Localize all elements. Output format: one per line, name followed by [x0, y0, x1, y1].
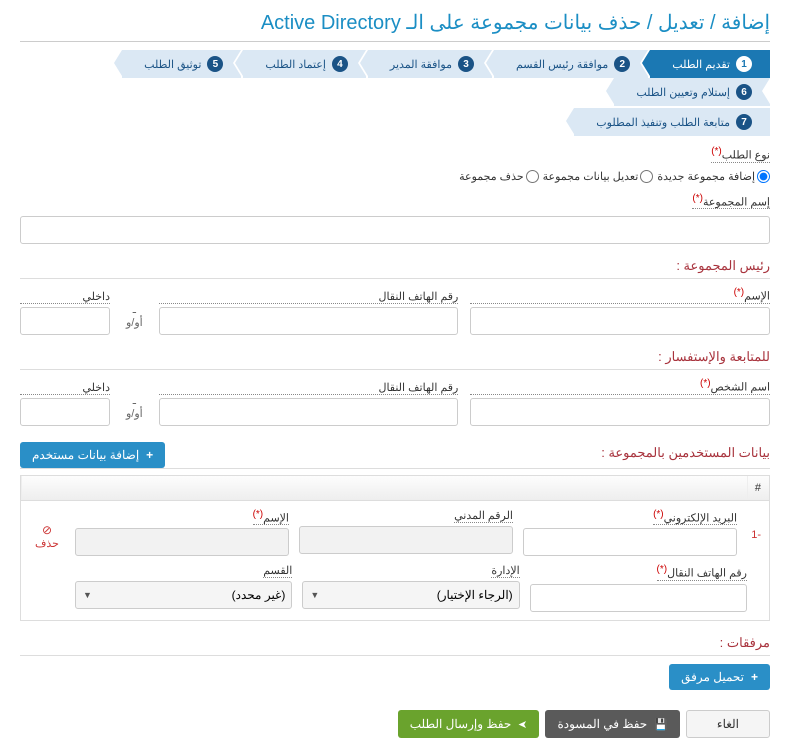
civil-label: الرقم المدني [454, 509, 513, 523]
workflow-steps-row2: 7 متابعة الطلب وتنفيذ المطلوب [20, 108, 770, 136]
email-input[interactable] [523, 528, 737, 556]
follow-title: للمتابعة والإستفسار : [20, 349, 770, 370]
radio-edit-input[interactable] [640, 170, 653, 183]
row-index: -1 [747, 509, 761, 541]
radio-label: حذف مجموعة [459, 170, 524, 183]
users-table: # -1 البريد الإلكتروني(*) الرقم المدني ا… [20, 475, 770, 621]
radio-delete[interactable]: حذف مجموعة [459, 170, 539, 183]
col-index: # [747, 476, 769, 500]
step-num: 4 [332, 56, 348, 72]
follow-ext-label: داخلي [20, 381, 110, 395]
head-name-input[interactable] [470, 307, 770, 335]
step-5: 5 توثيق الطلب [122, 50, 241, 78]
page-title: إضافة / تعديل / حذف بيانات مجموعة على ال… [20, 10, 770, 42]
step-7: 7 متابعة الطلب وتنفيذ المطلوب [574, 108, 770, 136]
dept-label: الإدارة [491, 564, 519, 578]
workflow-steps: 1 تقديم الطلب 2 موافقة رئيس القسم 3 موافقة … [20, 50, 770, 106]
name-label: الإسم(*) [253, 509, 289, 526]
request-type-label: نوع الطلب(*) [711, 146, 770, 163]
group-head-title: رئيس المجموعة : [20, 258, 770, 279]
group-name-label: إسم المجموعة(*) [692, 193, 770, 210]
separator: ـأو/و [122, 303, 147, 335]
head-mobile-label: رقم الهاتف النقال [159, 290, 459, 304]
step-label: موافقة المدير [390, 58, 452, 71]
send-icon [515, 717, 527, 731]
radio-label: تعديل بيانات مجموعة [543, 170, 639, 183]
step-label: موافقة رئيس القسم [516, 58, 608, 71]
cancel-button[interactable]: الغاء [686, 710, 770, 738]
attachments-title: مرفقات : [20, 635, 770, 656]
step-num: 6 [736, 84, 752, 100]
follow-name-label: اسم الشخص(*) [470, 378, 770, 395]
group-name-input[interactable] [20, 216, 770, 244]
radio-label: إضافة مجموعة جديدة [657, 170, 755, 183]
step-num: 3 [458, 56, 474, 72]
upload-attachment-button[interactable]: تحميل مرفق [669, 664, 770, 690]
head-name-label: الإسم(*) [470, 287, 770, 304]
save-send-button[interactable]: حفظ وإرسال الطلب [398, 710, 540, 738]
add-user-button[interactable]: إضافة بيانات مستخدم [20, 442, 165, 468]
step-4: 4 إعتماد الطلب [243, 50, 365, 78]
section-select[interactable] [75, 581, 292, 609]
col-rest [21, 476, 747, 500]
step-label: إعتماد الطلب [265, 58, 325, 71]
name-input[interactable] [75, 528, 289, 556]
step-num: 2 [614, 56, 630, 72]
head-ext-label: داخلي [20, 290, 110, 304]
delete-row-button[interactable]: ⊘حذف [29, 509, 65, 550]
user-mobile-input[interactable] [530, 584, 747, 612]
radio-edit[interactable]: تعديل بيانات مجموعة [543, 170, 654, 183]
save-icon [651, 717, 668, 731]
head-ext-input[interactable] [20, 307, 110, 335]
separator: ـأو/و [122, 394, 147, 426]
step-num: 5 [207, 56, 223, 72]
radio-delete-input[interactable] [526, 170, 539, 183]
step-2: 2 موافقة رئيس القسم [494, 50, 648, 78]
step-num: 1 [736, 56, 752, 72]
save-draft-button[interactable]: حفظ في المسودة [545, 710, 679, 738]
plus-icon [143, 448, 153, 462]
step-6: 6 إستلام وتعيين الطلب [614, 78, 770, 106]
step-label: تقديم الطلب [672, 58, 730, 71]
radio-add-input[interactable] [757, 170, 770, 183]
dept-select[interactable] [302, 581, 519, 609]
user-mobile-label: رقم الهاتف النقال(*) [657, 564, 747, 581]
step-label: إستلام وتعيين الطلب [636, 86, 730, 99]
step-label: متابعة الطلب وتنفيذ المطلوب [596, 116, 730, 129]
section-label: القسم [263, 564, 292, 578]
delete-icon: ⊘ [29, 523, 65, 537]
follow-name-input[interactable] [470, 398, 770, 426]
follow-mobile-label: رقم الهاتف النقال [159, 381, 459, 395]
follow-ext-input[interactable] [20, 398, 110, 426]
step-num: 7 [736, 114, 752, 130]
users-title: بيانات المستخدمين بالمجموعة : [601, 445, 770, 465]
step-1: 1 تقديم الطلب [650, 50, 770, 78]
plus-icon [748, 670, 758, 684]
follow-mobile-input[interactable] [159, 398, 459, 426]
radio-add[interactable]: إضافة مجموعة جديدة [657, 170, 770, 183]
head-mobile-input[interactable] [159, 307, 459, 335]
email-label: البريد الإلكتروني(*) [653, 509, 737, 526]
civil-input[interactable] [299, 526, 513, 554]
step-3: 3 موافقة المدير [368, 50, 492, 78]
step-label: توثيق الطلب [144, 58, 201, 71]
